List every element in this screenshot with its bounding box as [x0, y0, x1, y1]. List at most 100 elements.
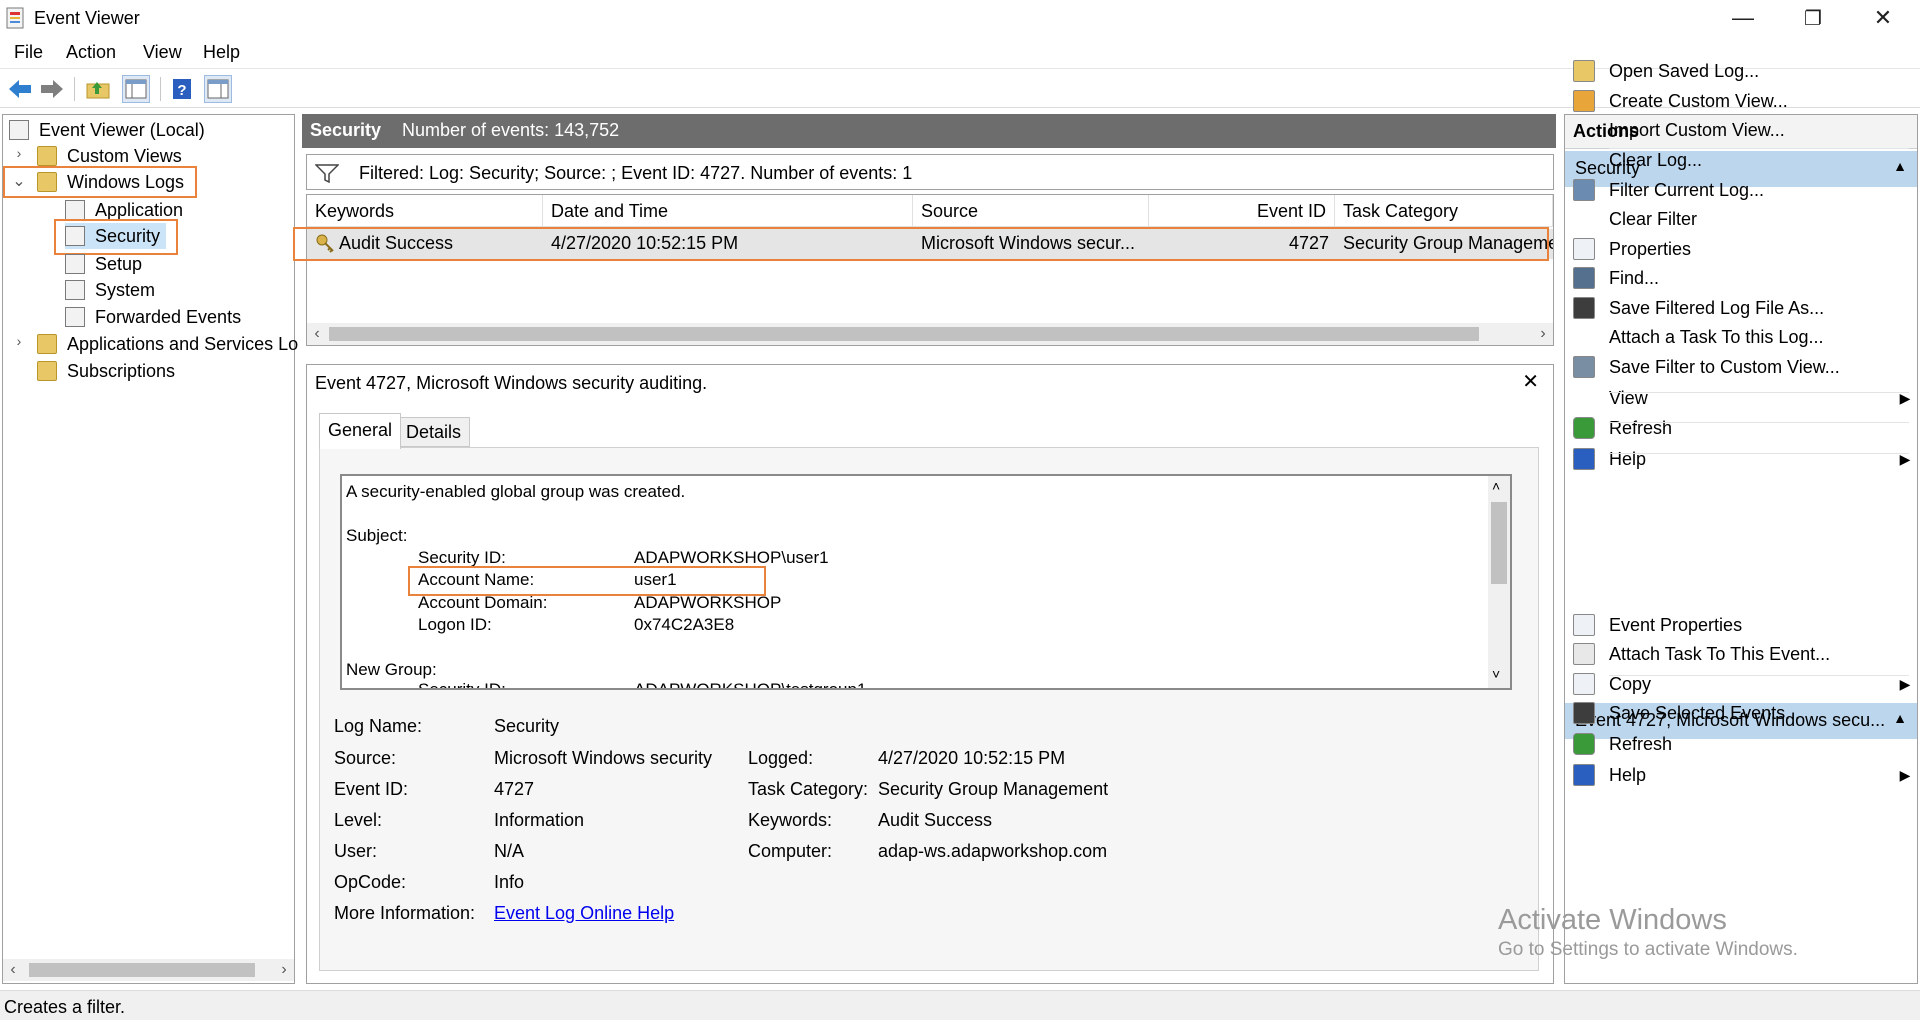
- column-header-task-category[interactable]: Task Category: [1335, 195, 1553, 227]
- log-icon: [65, 254, 85, 274]
- action-help[interactable]: Help ▶: [1565, 757, 1917, 793]
- action-label: Filter Current Log...: [1609, 179, 1765, 200]
- filter-icon: [1573, 179, 1595, 201]
- menu-help[interactable]: Help: [203, 42, 240, 63]
- action-label: Save Filter to Custom View...: [1609, 356, 1840, 377]
- scroll-left-icon[interactable]: ‹: [3, 959, 23, 981]
- event-message-box[interactable]: A security-enabled global group was crea…: [340, 474, 1512, 690]
- tree-root[interactable]: Event Viewer (Local): [9, 117, 205, 143]
- chevron-right-icon[interactable]: ›: [11, 333, 27, 349]
- blank-icon: [1573, 208, 1595, 230]
- column-header-source[interactable]: Source: [913, 195, 1149, 227]
- blank-icon: [1573, 387, 1595, 409]
- tree-system[interactable]: System: [65, 277, 155, 303]
- event-viewer-icon: [9, 120, 29, 140]
- action-label: Attach Task To This Event...: [1609, 643, 1831, 664]
- prop-computer: adap-ws.adapworkshop.com: [878, 841, 1108, 861]
- close-detail-icon[interactable]: ✕: [1522, 369, 1539, 394]
- blank-icon: [1573, 149, 1595, 171]
- action-help[interactable]: Help ▶: [1565, 441, 1917, 477]
- scroll-thumb[interactable]: [329, 327, 1479, 341]
- tree-subscriptions[interactable]: Subscriptions: [37, 358, 175, 384]
- minimize-button[interactable]: —: [1708, 0, 1778, 36]
- action-divider: [1609, 392, 1909, 393]
- refresh-icon: [1573, 733, 1595, 755]
- prop-more-info-label: More Information:: [334, 903, 476, 923]
- folder-up-icon: [86, 82, 110, 99]
- action-label: Refresh: [1609, 733, 1673, 754]
- action-divider: [1609, 422, 1909, 423]
- tree-apps-services[interactable]: Applications and Services Lo: [37, 331, 298, 357]
- actions-pane: Actions Security ▲ Event 4727, Microsoft…: [1564, 60, 1918, 984]
- help-icon: [1573, 764, 1595, 786]
- prop-user: N/A: [494, 841, 525, 861]
- tree-setup[interactable]: Setup: [65, 251, 142, 277]
- title-bar: Event Viewer — ❐ ✕: [0, 0, 1920, 36]
- tree-application-label: Application: [95, 199, 184, 220]
- prop-computer-label: Computer:: [748, 841, 833, 861]
- scroll-thumb[interactable]: [1491, 502, 1507, 584]
- action-label: Find...: [1609, 267, 1660, 288]
- tab-general[interactable]: General: [319, 413, 402, 449]
- action-pane-icon: [207, 79, 229, 99]
- blank-icon: [1573, 326, 1595, 348]
- watermark-line1: Activate Windows: [1498, 904, 1727, 936]
- back-button[interactable]: [6, 75, 34, 103]
- prop-level-label: Level:: [334, 810, 383, 830]
- log-icon: [65, 280, 85, 300]
- scroll-up-icon[interactable]: ˄: [1492, 478, 1500, 494]
- event-log-online-help-link[interactable]: Event Log Online Help: [494, 903, 674, 924]
- restore-button[interactable]: ❐: [1778, 0, 1848, 36]
- event-detail-pane: Event 4727, Microsoft Windows security a…: [306, 364, 1554, 984]
- prop-log-name-label: Log Name:: [334, 716, 423, 736]
- chevron-right-icon[interactable]: ›: [11, 145, 27, 161]
- account-name-highlight: [408, 566, 766, 596]
- show-hide-tree-button[interactable]: [122, 75, 150, 103]
- back-arrow-icon: [9, 80, 31, 98]
- message-vertical-scrollbar[interactable]: ˄ ˅: [1488, 476, 1510, 688]
- grid-horizontal-scrollbar[interactable]: ‹ ›: [307, 323, 1553, 345]
- scroll-left-icon[interactable]: ‹: [307, 323, 327, 345]
- action-label: Refresh: [1609, 417, 1673, 438]
- column-header-keywords[interactable]: Keywords: [307, 195, 543, 227]
- up-folder-button[interactable]: [84, 75, 112, 103]
- message-new-group: New Group:: [346, 660, 437, 679]
- prop-keywords-label: Keywords:: [748, 810, 833, 830]
- prop-opcode: Info: [494, 872, 525, 892]
- tree-apps-services-label: Applications and Services Lo: [67, 333, 299, 354]
- menu-file[interactable]: File: [14, 42, 43, 63]
- menu-view[interactable]: View: [143, 42, 182, 63]
- help-icon: ?: [173, 79, 191, 99]
- copy-icon: [1573, 673, 1595, 695]
- scroll-down-icon[interactable]: ˅: [1492, 666, 1500, 682]
- log-title: Security: [310, 120, 382, 140]
- console-tree: Event Viewer (Local) › Custom Views ⌄ Wi…: [2, 114, 298, 984]
- action-label: Open Saved Log...: [1609, 60, 1760, 81]
- column-header-event-id[interactable]: Event ID: [1149, 195, 1335, 227]
- tab-details[interactable]: Details: [397, 417, 471, 447]
- help-icon: [1573, 448, 1595, 470]
- menu-action[interactable]: Action: [66, 42, 116, 63]
- console-tree-icon: [125, 79, 147, 99]
- tree-horizontal-scrollbar[interactable]: ‹ ›: [3, 959, 294, 981]
- tree-custom-views-label: Custom Views: [67, 145, 182, 166]
- scroll-thumb[interactable]: [29, 963, 255, 977]
- scroll-right-icon[interactable]: ›: [274, 959, 294, 981]
- prop-event-id: 4727: [494, 779, 535, 799]
- help-button[interactable]: ?: [168, 75, 196, 103]
- blank-icon: [1573, 119, 1595, 141]
- prop-source-label: Source:: [334, 748, 397, 768]
- action-label: Clear Filter: [1609, 208, 1698, 229]
- save-icon: [1573, 297, 1595, 319]
- column-header-date-time[interactable]: Date and Time: [543, 195, 913, 227]
- scroll-right-icon[interactable]: ›: [1533, 323, 1553, 345]
- sec-id-value: ADAPWORKSHOP\user1: [634, 548, 829, 567]
- status-text: Creates a filter.: [4, 997, 126, 1017]
- show-hide-action-pane-button[interactable]: [204, 75, 232, 103]
- tree-setup-label: Setup: [95, 253, 143, 274]
- tree-forwarded-events[interactable]: Forwarded Events: [65, 304, 241, 330]
- message-line: A security-enabled global group was crea…: [346, 482, 686, 501]
- forward-button[interactable]: [38, 75, 66, 103]
- open-folder-icon: [1573, 60, 1595, 82]
- close-window-button[interactable]: ✕: [1848, 0, 1918, 36]
